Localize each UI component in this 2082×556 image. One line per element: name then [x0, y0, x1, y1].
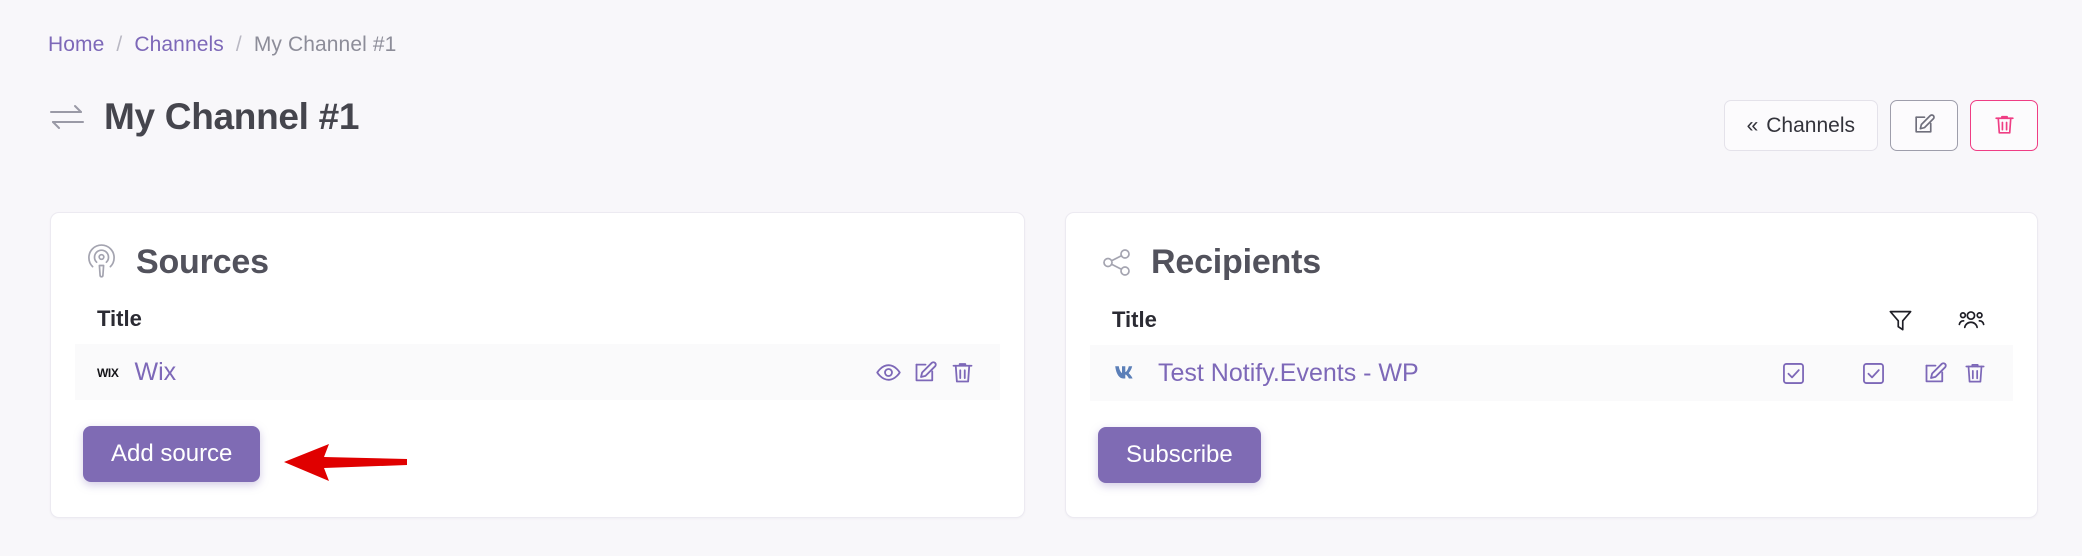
recipients-table: Title Test Notify.Events - WP [1090, 306, 2013, 401]
table-row: Test Notify.Events - WP [1090, 345, 2013, 401]
back-to-channels-label: Channels [1766, 113, 1855, 137]
podcast-broadcast-icon [83, 244, 120, 281]
add-source-button[interactable]: Add source [83, 426, 261, 482]
recipient-link-test-notify-events-wp[interactable]: Test Notify.Events - WP [1158, 359, 1419, 388]
recipients-card-header: Recipients [1066, 213, 2037, 282]
trash-icon [1992, 112, 2017, 140]
subscribe-button[interactable]: Subscribe [1098, 427, 1261, 483]
page-title: My Channel #1 [104, 96, 360, 137]
breadcrumb-item-current: My Channel #1 [253, 33, 397, 56]
sources-column-title: Title [97, 306, 142, 331]
sources-table-header: Title [75, 306, 1000, 344]
share-network-icon [1098, 244, 1135, 281]
trash-icon[interactable] [949, 359, 976, 386]
trash-icon[interactable] [1957, 360, 1993, 386]
breadcrumb-item-home[interactable]: Home [48, 32, 104, 58]
vk-logo-icon [1112, 362, 1142, 384]
source-row-main: wix Wix [97, 358, 875, 387]
page-title-row: My Channel #1 [48, 96, 359, 138]
source-link-wix[interactable]: Wix [134, 358, 176, 387]
double-chevron-left-icon: « [1746, 113, 1759, 137]
wix-logo-icon: wix [97, 362, 119, 381]
back-to-channels-button[interactable]: « Channels [1723, 100, 1878, 151]
filter-funnel-icon[interactable] [1887, 306, 1914, 333]
sources-table: Title wix Wix [75, 306, 1000, 400]
sources-card-title: Sources [136, 243, 269, 281]
eye-icon[interactable] [875, 359, 902, 386]
edit-pencil-icon[interactable] [912, 359, 939, 386]
header-actions: « Channels [1723, 100, 2038, 151]
sources-card: Sources Title wix Wix Add source [50, 212, 1025, 518]
edit-channel-button[interactable] [1890, 100, 1958, 151]
channel-detail-page: Home / Channels / My Channel #1 My Chann… [0, 0, 2082, 556]
recipients-header-icons [1887, 306, 2003, 333]
checkbox-enabled[interactable] [1753, 360, 1833, 387]
recipient-row-actions [1753, 360, 2003, 387]
edit-pencil-icon[interactable] [1913, 360, 1957, 387]
breadcrumb-separator: / [235, 33, 242, 56]
checkbox-subscribed[interactable] [1833, 360, 1913, 387]
delete-channel-button[interactable] [1970, 100, 2038, 151]
recipients-card: Recipients Title Test Notify.Events - WP… [1065, 212, 2038, 518]
breadcrumb: Home / Channels / My Channel #1 [48, 32, 396, 58]
breadcrumb-item-channels[interactable]: Channels [134, 32, 224, 58]
recipients-table-header: Title [1090, 306, 2013, 345]
recipients-card-title: Recipients [1151, 243, 1321, 281]
sources-card-header: Sources [51, 213, 1024, 282]
breadcrumb-separator: / [116, 33, 123, 56]
exchange-arrows-icon [48, 101, 86, 133]
recipient-row-main: Test Notify.Events - WP [1112, 359, 1753, 388]
recipients-column-title: Title [1112, 306, 1157, 332]
source-row-actions [875, 359, 990, 386]
table-row: wix Wix [75, 344, 1000, 400]
edit-pencil-icon [1912, 112, 1937, 140]
users-group-icon[interactable] [1958, 306, 1985, 333]
